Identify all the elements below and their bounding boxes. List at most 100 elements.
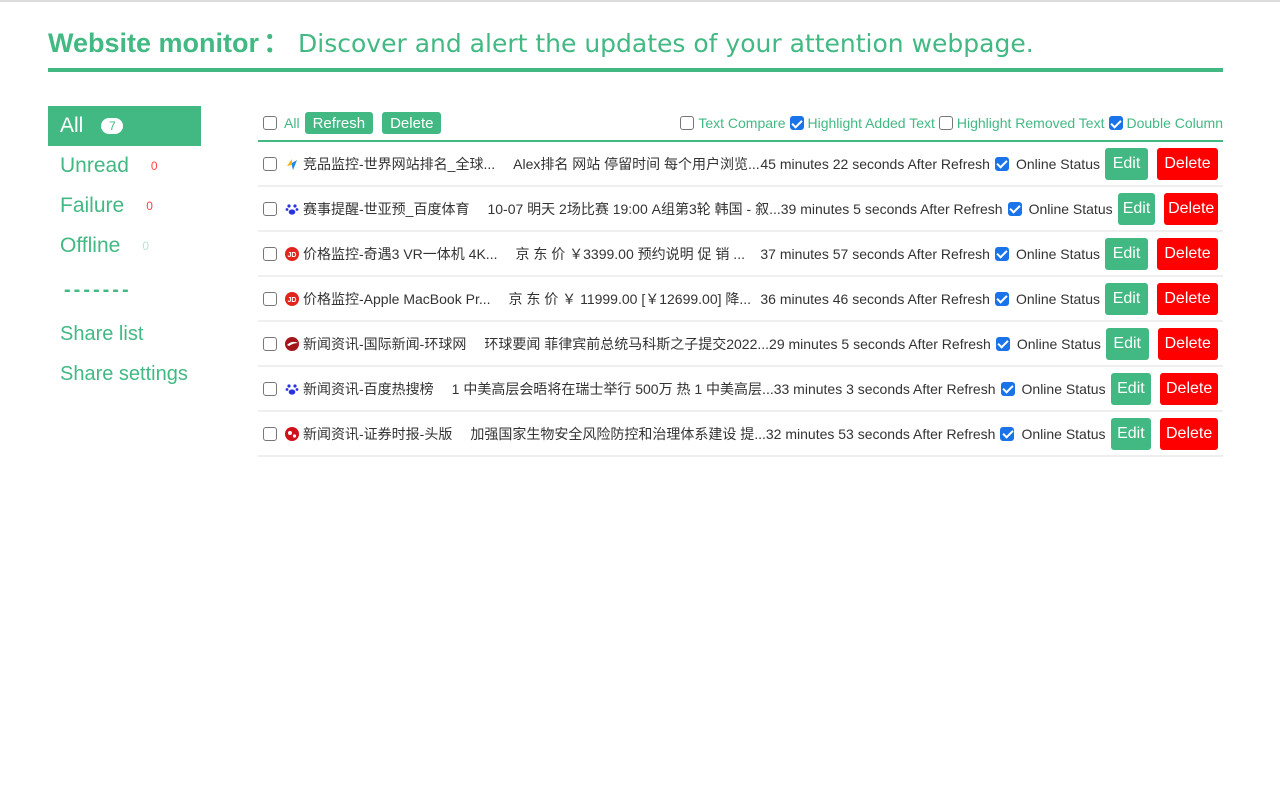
sidebar: All 7 Unread 0 Failure 0 Offline 0 -----… (48, 106, 201, 394)
sidebar-item-unread[interactable]: Unread 0 (48, 146, 201, 186)
delete-button[interactable]: Delete (1157, 147, 1218, 180)
option-label: Double Column (1126, 115, 1224, 131)
delete-button[interactable]: Delete (1160, 372, 1218, 405)
sidebar-item-label: Offline (60, 234, 121, 257)
online-status-checkbox[interactable] (994, 246, 1009, 261)
sidebar-item-failure[interactable]: Failure 0 (48, 186, 201, 226)
share-settings-link[interactable]: Share settings (48, 354, 201, 394)
jd-icon: JD (285, 246, 299, 261)
refresh-time: 37 minutes 57 seconds After Refresh (760, 245, 990, 262)
baidu-paw-icon (285, 382, 299, 396)
table-row: 新闻资讯-国际新闻-环球网 环球要闻 菲律宾前总统马科斯之子提交2022... … (258, 322, 1223, 367)
display-options: Text Compare Highlight Added Text Highli… (676, 115, 1223, 131)
refresh-time: 29 minutes 5 seconds After Refresh (769, 335, 991, 352)
select-all-checkbox[interactable] (263, 116, 277, 130)
option-label: Text Compare (698, 115, 786, 131)
delete-button[interactable]: Delete (1160, 417, 1218, 450)
row-checkbox[interactable] (263, 426, 277, 441)
row-checkbox[interactable] (263, 201, 277, 216)
jd-icon: JD (285, 291, 299, 306)
highlight-removed-checkbox[interactable] (938, 116, 953, 130)
edit-button[interactable]: Edit (1105, 237, 1148, 270)
content-snippet: Alex排名 网站 停留时间 每个用户浏览... (513, 155, 760, 172)
sidebar-item-label: Unread (60, 154, 129, 177)
online-status-checkbox[interactable] (995, 336, 1010, 351)
refresh-time: 32 minutes 53 seconds After Refresh (765, 425, 996, 442)
row-checkbox[interactable] (263, 381, 277, 396)
content-snippet: 10-07 明天 2场比赛 19:00 A组第3轮 韩国 - 叙... (487, 200, 781, 217)
table-row: JD 价格监控-Apple MacBook Pr... 京 东 价 ￥ 1199… (258, 277, 1223, 322)
content-snippet: 环球要闻 菲律宾前总统马科斯之子提交2022... (484, 335, 770, 352)
count-badge: 0 (142, 239, 150, 253)
online-status-label: Online Status (1015, 290, 1100, 307)
edit-button[interactable]: Edit (1105, 282, 1148, 315)
refresh-time: 33 minutes 3 seconds After Refresh (773, 380, 996, 397)
table-row: 新闻资讯-证券时报-头版 加强国家生物安全风险防控和治理体系建设 提... 32… (258, 412, 1223, 457)
online-status-label: Online Status (1021, 425, 1106, 442)
monitor-name[interactable]: 价格监控-奇遇3 VR一体机 4K... (303, 244, 497, 264)
sidebar-item-label: Failure (60, 194, 125, 217)
edit-button[interactable]: Edit (1105, 327, 1149, 360)
online-status-checkbox[interactable] (1000, 381, 1015, 396)
app-name: Website monitor (48, 28, 260, 58)
monitor-name[interactable]: 新闻资讯-百度热搜榜 (303, 379, 434, 399)
alexa-icon (285, 157, 299, 171)
online-status-checkbox[interactable] (994, 156, 1009, 171)
table-row: 新闻资讯-百度热搜榜 1 中美高层会晤将在瑞士举行 500万 热 1 中美高层.… (258, 367, 1223, 412)
delete-button[interactable]: Delete (1157, 327, 1218, 360)
sidebar-item-label: All (60, 114, 84, 137)
online-status-label: Online Status (1016, 335, 1101, 352)
page-subtitle: Discover and alert the updates of your a… (298, 29, 1034, 58)
bulk-delete-button[interactable]: Delete (382, 112, 442, 134)
monitor-name[interactable]: 新闻资讯-国际新闻-环球网 (303, 334, 466, 354)
toolbar: All Refresh Delete Text Compare Highligh… (258, 106, 1223, 142)
online-status-checkbox[interactable] (994, 291, 1009, 306)
share-list-link[interactable]: Share list (48, 314, 201, 354)
online-status-checkbox[interactable] (1000, 426, 1015, 441)
double-column-checkbox[interactable] (1108, 116, 1123, 130)
edit-button[interactable]: Edit (1110, 417, 1152, 450)
highlight-added-option[interactable]: Highlight Added Text (789, 115, 935, 131)
edit-button[interactable]: Edit (1117, 192, 1156, 225)
online-status-checkbox[interactable] (1007, 201, 1022, 216)
content-snippet: 加强国家生物安全风险防控和治理体系建设 提... (470, 425, 766, 442)
edit-button[interactable]: Edit (1110, 372, 1152, 405)
text-compare-option[interactable]: Text Compare (680, 115, 786, 131)
refresh-time: 45 minutes 22 seconds After Refresh (760, 155, 990, 172)
row-checkbox[interactable] (263, 156, 277, 171)
refresh-time: 39 minutes 5 seconds After Refresh (780, 200, 1003, 217)
text-compare-checkbox[interactable] (680, 116, 695, 130)
count-badge: 0 (150, 159, 158, 173)
sidebar-item-all[interactable]: All 7 (48, 106, 201, 146)
row-checkbox[interactable] (263, 246, 277, 261)
delete-button[interactable]: Delete (1164, 192, 1218, 225)
baidu-paw-icon (285, 202, 299, 216)
sidebar-item-offline[interactable]: Offline 0 (48, 226, 201, 266)
highlight-added-checkbox[interactable] (789, 116, 804, 130)
highlight-removed-option[interactable]: Highlight Removed Text (938, 115, 1105, 131)
row-checkbox[interactable] (263, 336, 277, 351)
sidebar-divider: ------- (64, 278, 132, 301)
delete-button[interactable]: Delete (1157, 237, 1218, 270)
table-row: 赛事提醒-世亚预_百度体育 10-07 明天 2场比赛 19:00 A组第3轮 … (258, 187, 1223, 232)
row-checkbox[interactable] (263, 291, 277, 306)
delete-button[interactable]: Delete (1157, 282, 1218, 315)
rows-container: 竞品监控-世界网站排名_全球... Alex排名 网站 停留时间 每个用户浏览.… (258, 142, 1223, 457)
monitor-name[interactable]: 赛事提醒-世亚预_百度体育 (303, 199, 469, 219)
monitor-name[interactable]: 价格监控-Apple MacBook Pr... (303, 289, 491, 309)
content-snippet: 1 中美高层会晤将在瑞士举行 500万 热 1 中美高层... (451, 380, 774, 397)
count-badge: 0 (146, 199, 153, 213)
table-row: JD 价格监控-奇遇3 VR一体机 4K... 京 东 价 ￥3399.00 预… (258, 232, 1223, 277)
huanqiu-icon (285, 336, 299, 351)
select-all-label: All (284, 115, 300, 131)
refresh-button[interactable]: Refresh (304, 112, 374, 134)
edit-button[interactable]: Edit (1105, 147, 1148, 180)
page-title: Website monitor： Discover and alert the u… (48, 24, 1223, 63)
option-label: Highlight Removed Text (956, 115, 1105, 131)
stcn-icon (285, 426, 299, 441)
table-row: 竞品监控-世界网站排名_全球... Alex排名 网站 停留时间 每个用户浏览.… (258, 142, 1223, 187)
monitor-name[interactable]: 新闻资讯-证券时报-头版 (303, 424, 452, 444)
monitor-name[interactable]: 竞品监控-世界网站排名_全球... (303, 154, 495, 174)
online-status-label: Online Status (1028, 200, 1113, 217)
double-column-option[interactable]: Double Column (1108, 115, 1224, 131)
